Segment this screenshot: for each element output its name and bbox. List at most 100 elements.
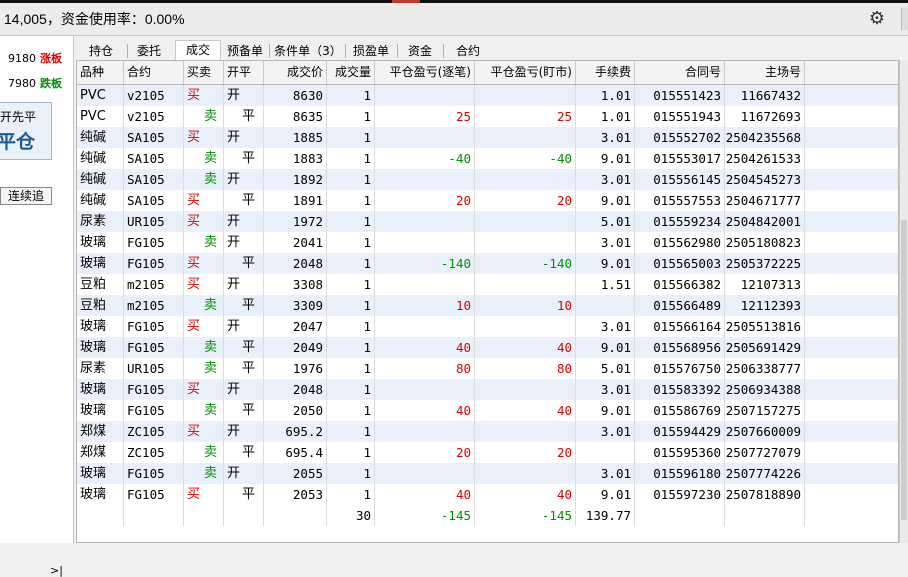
tab-positions[interactable]: 持仓 [82, 42, 120, 60]
cell-volume: 1 [327, 127, 375, 148]
col-order-id[interactable]: 合同号 [635, 61, 725, 84]
tab-orders[interactable]: 委托 [130, 42, 168, 60]
cell-order-id: 015559234 [635, 211, 725, 232]
tab-contracts[interactable]: 合约 [448, 42, 488, 60]
cell-open-close: 平 [224, 106, 264, 127]
table-row[interactable]: 玻璃 FG105 买开 2048 1 3.01 015583392 2506934388 [77, 379, 898, 400]
tab-stop-orders[interactable]: 损盈单 [348, 42, 394, 60]
table-row[interactable]: 玻璃 FG105 买开 2047 1 3.01 015566164 2505513816 [77, 316, 898, 337]
cell-open-close: 开 [224, 316, 264, 337]
cell-contract: SA105 [124, 190, 184, 211]
table-row[interactable]: 玻璃 FG105 买平 2053 1 40 40 9.01 015597230 250781889… [77, 484, 898, 505]
cell-pnl-each [375, 232, 475, 253]
col-price[interactable]: 成交价 [264, 61, 327, 84]
cell-price: 2049 [264, 337, 327, 358]
cell-volume: 1 [327, 484, 375, 505]
totals-row: 30 -145 -145 139.77 [77, 505, 898, 526]
cell-price: 3308 [264, 274, 327, 295]
table-row[interactable]: PVC v2105 卖平 8635 1 25 25 1.01 015551943 11672693 [77, 106, 898, 127]
col-contract[interactable]: 合约 [124, 61, 184, 84]
table-scrollbar[interactable] [899, 60, 908, 543]
cell-order-id: 015568956 [635, 337, 725, 358]
table-row[interactable]: 郑煤 ZC105 买开 695.2 1 3.01 015594429 2507660009 [77, 421, 898, 442]
cell-volume: 1 [327, 400, 375, 421]
cell-price: 695.4 [264, 442, 327, 463]
chase-button[interactable]: 连续追 [0, 187, 52, 205]
cell-pnl-mark: 40 [475, 400, 576, 421]
table-row[interactable]: 玻璃 FG105 买平 2048 1 -140 -140 9.01 015565003 25053… [77, 253, 898, 274]
cell-exchange-id: 2505180823 [725, 232, 805, 253]
table-row[interactable]: 玻璃 FG105 卖平 2049 1 40 40 9.01 015568956 250569142… [77, 337, 898, 358]
cell-product: 玻璃 [77, 379, 124, 400]
cell-pnl-mark [475, 232, 576, 253]
cell-exchange-id: 2506934388 [725, 379, 805, 400]
table-row[interactable]: 纯碱 SA105 卖平 1883 1 -40 -40 9.01 015553017 2504261… [77, 148, 898, 169]
cell-price: 1892 [264, 169, 327, 190]
cell-exchange-id: 11672693 [725, 106, 805, 127]
tab-funds[interactable]: 资金 [400, 42, 440, 60]
cell-price: 3309 [264, 295, 327, 316]
cell-volume: 1 [327, 442, 375, 463]
col-side[interactable]: 买卖 [184, 61, 224, 84]
cell-open-close: 开 [224, 85, 264, 106]
cell-side: 买 [184, 484, 224, 505]
col-volume[interactable]: 成交量 [327, 61, 375, 84]
cell-order-id: 015556145 [635, 169, 725, 190]
cell-fee: 9.01 [576, 148, 635, 169]
col-pnl-mark[interactable]: 平仓盈亏(盯市) [475, 61, 576, 84]
table-row[interactable]: 豆粕 m2105 卖平 3309 1 10 10 015566489 12112393 [77, 295, 898, 316]
cell-side: 卖 [184, 106, 224, 127]
cell-exchange-id: 2507660009 [725, 421, 805, 442]
table-row[interactable]: 玻璃 FG105 卖开 2041 1 3.01 015562980 2505180823 [77, 232, 898, 253]
col-pnl-each[interactable]: 平仓盈亏(逐笔) [375, 61, 475, 84]
order-panel: 9180 涨板 7980 跌板 开先平 平仓 连续追 >| [0, 36, 74, 577]
table-row[interactable]: PVC v2105 买开 8630 1 1.01 015551423 11667432 [77, 85, 898, 106]
cell-exchange-id: 2504261533 [725, 148, 805, 169]
cell-pnl-mark [475, 169, 576, 190]
collapse-panel-icon[interactable]: >| [50, 564, 63, 577]
cell-volume: 1 [327, 190, 375, 211]
cell-price: 1972 [264, 211, 327, 232]
cell-pnl-each [375, 274, 475, 295]
table-row[interactable]: 尿素 UR105 卖平 1976 1 80 80 5.01 015576750 250633877… [77, 358, 898, 379]
cell-open-close: 平 [224, 358, 264, 379]
col-product[interactable]: 品种 [77, 61, 124, 84]
cell-side: 卖 [184, 463, 224, 484]
table-row[interactable]: 纯碱 SA105 卖开 1892 1 3.01 015556145 2504545273 [77, 169, 898, 190]
cell-fee: 3.01 [576, 379, 635, 400]
cell-product: 尿素 [77, 358, 124, 379]
tab-trades[interactable]: 成交 [175, 40, 221, 60]
cell-pnl-mark: 80 [475, 358, 576, 379]
cell-contract: FG105 [124, 463, 184, 484]
cell-volume: 1 [327, 211, 375, 232]
col-open-close[interactable]: 开平 [224, 61, 264, 84]
cell-side: 买 [184, 274, 224, 295]
cell-side: 卖 [184, 148, 224, 169]
table-row[interactable]: 纯碱 SA105 买平 1891 1 20 20 9.01 015557553 250467177… [77, 190, 898, 211]
table-row[interactable]: 尿素 UR105 买开 1972 1 5.01 015559234 2504842001 [77, 211, 898, 232]
table-row[interactable]: 郑煤 ZC105 卖平 695.4 1 20 20 015595360 2507727079 [77, 442, 898, 463]
tab-preset-orders[interactable]: 预备单 [223, 42, 267, 60]
tab-conditional-orders[interactable]: 条件单（3） [272, 42, 344, 60]
table-row[interactable]: 玻璃 FG105 卖开 2055 1 3.01 015596180 2507774226 [77, 463, 898, 484]
cell-exchange-id: 2504842001 [725, 211, 805, 232]
total-fee: 139.77 [576, 505, 635, 526]
cell-product: 纯碱 [77, 190, 124, 211]
close-position-button[interactable]: 开先平 平仓 [0, 102, 52, 160]
cell-order-id: 015566489 [635, 295, 725, 316]
cell-price: 2053 [264, 484, 327, 505]
cell-fee: 9.01 [576, 337, 635, 358]
gear-icon[interactable]: ⚙ [866, 8, 888, 30]
total-empty-cell [224, 505, 264, 526]
table-row[interactable]: 玻璃 FG105 卖平 2050 1 40 40 9.01 015586769 250715727… [77, 400, 898, 421]
table-row[interactable]: 纯碱 SA105 买开 1885 1 3.01 015552702 2504235568 [77, 127, 898, 148]
cell-order-id: 015595360 [635, 442, 725, 463]
cell-price: 8635 [264, 106, 327, 127]
col-exchange-id[interactable]: 主场号 [725, 61, 805, 84]
table-row[interactable]: 豆粕 m2105 买开 3308 1 1.51 015566382 12107313 [77, 274, 898, 295]
scroll-thumb[interactable] [901, 220, 907, 520]
col-fee[interactable]: 手续费 [576, 61, 635, 84]
cell-volume: 1 [327, 421, 375, 442]
cell-fee: 1.51 [576, 274, 635, 295]
cell-pnl-each: -40 [375, 148, 475, 169]
